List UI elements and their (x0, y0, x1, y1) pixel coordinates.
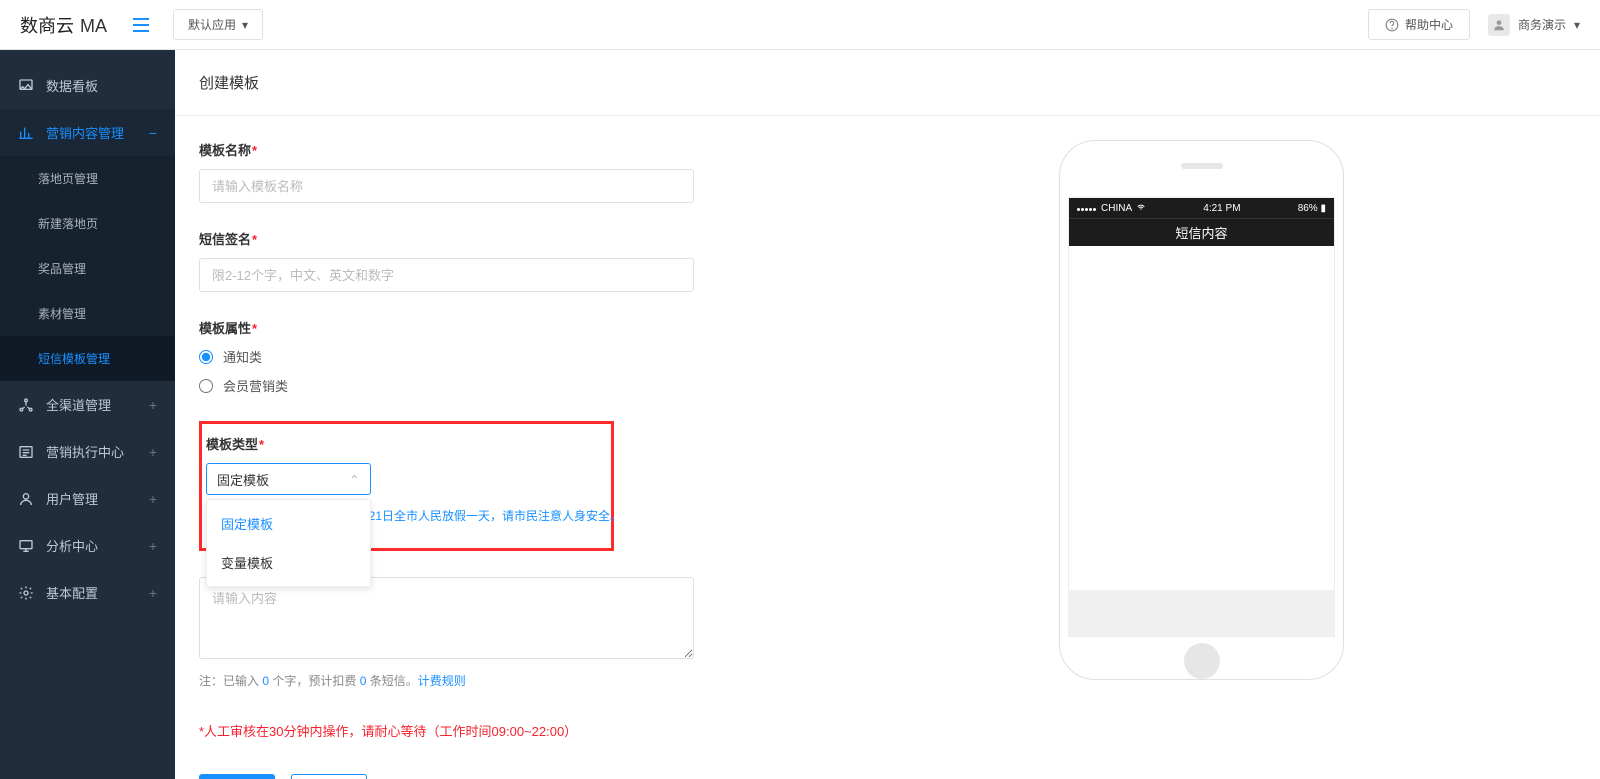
sidebar-submenu: 落地页管理 新建落地页 奖品管理 素材管理 短信模板管理 (0, 156, 175, 381)
audit-note: *人工审核在30分钟内操作，请耐心等待（工作时间09:00~22:00） (199, 721, 919, 740)
sidebar-item-label: 用户管理 (46, 489, 98, 508)
signal-icon (1077, 203, 1097, 214)
sidebar-item-omnichannel[interactable]: 全渠道管理 + (0, 381, 175, 428)
sidebar-item-user-manage[interactable]: 用户管理 + (0, 475, 175, 522)
status-time: 4:21 PM (1146, 203, 1298, 214)
user-icon (18, 491, 34, 507)
sidebar-item-landing-new[interactable]: 新建落地页 (0, 201, 175, 246)
phone-screen-title: 短信内容 (1069, 218, 1334, 246)
sidebar-item-label: 素材管理 (38, 305, 86, 322)
battery-icon: ▮ (1320, 203, 1326, 214)
sidebar-item-label: 新建落地页 (38, 215, 98, 232)
help-center-button[interactable]: 帮助中心 (1368, 9, 1470, 40)
caret-down-icon: ▾ (1574, 18, 1580, 32)
template-type-dropdown: 固定模板 变量模板 (206, 499, 371, 587)
help-center-label: 帮助中心 (1405, 16, 1453, 33)
main-content: 创建模板 模板名称* 短信签名* 模板属性* 通知类 会员营销类 (175, 50, 1600, 779)
app-selector-dropdown[interactable]: 默认应用 ▾ (173, 9, 263, 40)
sidebar-item-label: 全渠道管理 (46, 395, 111, 414)
template-name-input[interactable] (199, 169, 694, 203)
expand-icon: + (149, 491, 157, 507)
sidebar-item-analytics[interactable]: 分析中心 + (0, 522, 175, 569)
phone-screen: CHINA 4:21 PM 86% ▮ 短信内容 (1068, 197, 1335, 637)
sidebar-item-landing-manage[interactable]: 落地页管理 (0, 156, 175, 201)
brand-sub: MA (80, 16, 107, 37)
page-title: 创建模板 (175, 50, 1600, 116)
save-button[interactable]: 保存 (199, 774, 275, 779)
sidebar-item-material-manage[interactable]: 素材管理 (0, 291, 175, 336)
sidebar-item-marketing-content[interactable]: 营销内容管理 − (0, 109, 175, 156)
carrier-label: CHINA (1101, 203, 1132, 214)
chart-icon (18, 125, 34, 141)
sidebar-item-label: 数据看板 (46, 76, 98, 95)
sidebar-item-sms-template[interactable]: 短信模板管理 (0, 336, 175, 381)
template-attr-label: 模板属性* (199, 318, 919, 337)
form-column: 模板名称* 短信签名* 模板属性* 通知类 会员营销类 模板类型* (199, 140, 919, 779)
sidebar-item-dashboard[interactable]: 数据看板 (0, 62, 175, 109)
phone-screen-body (1069, 246, 1334, 590)
sms-sign-input[interactable] (199, 258, 694, 292)
expand-icon: + (149, 444, 157, 460)
user-name: 商务演示 (1518, 16, 1566, 33)
preview-column: CHINA 4:21 PM 86% ▮ 短信内容 (979, 140, 1576, 680)
type-option-variable[interactable]: 变量模板 (207, 543, 370, 582)
avatar-icon (1488, 14, 1510, 36)
sidebar-item-label: 基本配置 (46, 583, 98, 602)
attr-radio-notification[interactable]: 通知类 (199, 347, 919, 366)
topbar: 数商云 MA 默认应用 ▾ 帮助中心 商务演示 ▾ (0, 0, 1600, 50)
phone-screen-footer (1069, 590, 1334, 636)
attr-radio-marketing[interactable]: 会员营销类 (199, 376, 919, 395)
menu-toggle-icon[interactable] (133, 18, 149, 32)
app-selector-label: 默认应用 (188, 16, 236, 33)
sidebar-item-label: 分析中心 (46, 536, 98, 555)
template-type-highlight-box: 模板类型* 固定模板 ⌄ 示例：受强台风天气影响，9月21日全市人民放假一天，请… (199, 421, 614, 551)
sidebar-item-label: 短信模板管理 (38, 350, 110, 367)
brand-main: 数商云 (20, 12, 74, 38)
phone-preview: CHINA 4:21 PM 86% ▮ 短信内容 (1059, 140, 1344, 680)
billing-rules-link[interactable]: 计费规则 (418, 674, 466, 688)
template-name-label: 模板名称* (199, 140, 919, 159)
chevron-up-icon: ⌄ (349, 471, 360, 487)
sidebar-item-label: 营销执行中心 (46, 442, 124, 461)
network-icon (18, 397, 34, 413)
sidebar-item-label: 落地页管理 (38, 170, 98, 187)
question-circle-icon (1385, 18, 1399, 32)
gear-icon (18, 585, 34, 601)
user-menu[interactable]: 商务演示 ▾ (1488, 14, 1580, 36)
cancel-button[interactable]: 取消 (291, 774, 367, 779)
sidebar-item-prize-manage[interactable]: 奖品管理 (0, 246, 175, 291)
battery-label: 86% (1298, 203, 1318, 214)
dashboard-icon (18, 78, 34, 94)
list-icon (18, 444, 34, 460)
template-type-select[interactable]: 固定模板 ⌄ (206, 463, 371, 495)
collapse-icon: − (149, 125, 157, 141)
expand-icon: + (149, 538, 157, 554)
sms-sign-label: 短信签名* (199, 229, 919, 248)
expand-icon: + (149, 397, 157, 413)
sidebar: 数据看板 营销内容管理 − 落地页管理 新建落地页 奖品管理 素材管理 短信模板… (0, 50, 175, 779)
template-type-selected: 固定模板 (217, 470, 269, 489)
template-content-textarea[interactable] (199, 577, 694, 659)
caret-down-icon: ▾ (242, 18, 248, 32)
char-count-note: 注：已输入 0 个字，预计扣费 0 条短信。计费规则 (199, 672, 919, 689)
wifi-icon (1136, 204, 1146, 212)
monitor-icon (18, 538, 34, 554)
sidebar-item-execution-center[interactable]: 营销执行中心 + (0, 428, 175, 475)
type-option-fixed[interactable]: 固定模板 (207, 504, 370, 543)
sidebar-item-label: 奖品管理 (38, 260, 86, 277)
sidebar-item-label: 营销内容管理 (46, 123, 124, 142)
sidebar-item-basic-config[interactable]: 基本配置 + (0, 569, 175, 616)
phone-home-button (1184, 643, 1220, 679)
expand-icon: + (149, 585, 157, 601)
phone-status-bar: CHINA 4:21 PM 86% ▮ (1069, 198, 1334, 218)
template-type-label: 模板类型* (206, 434, 601, 453)
brand: 数商云 MA (20, 12, 107, 38)
